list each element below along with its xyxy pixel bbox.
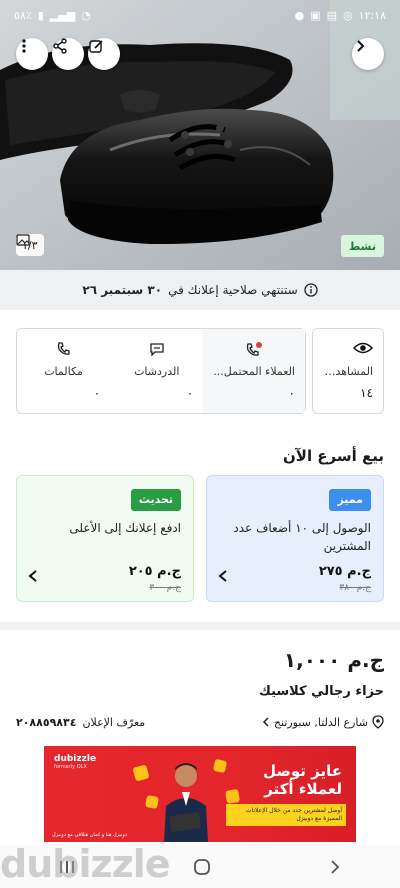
back-nav-icon[interactable] bbox=[328, 859, 342, 875]
chevron-left-icon bbox=[28, 570, 37, 582]
banner-headline-1: عايز توصل bbox=[263, 762, 342, 780]
stat-calls-icon-wrap bbox=[27, 341, 100, 361]
location-text: شارع الدلتا, سبورتنج bbox=[273, 715, 368, 729]
banner-subtext: أوصل لمشترين جدد من خلال الإعلانات الممي… bbox=[226, 804, 346, 826]
notification-icon: ● bbox=[294, 8, 305, 22]
status-right: ● ▣ ▤ ◎ ١٢:١٨ bbox=[295, 9, 386, 22]
signal-icon: ▂▄▆ bbox=[49, 8, 76, 22]
info-icon bbox=[303, 283, 318, 297]
ad-stats: المشاهدات ١٤ مكالمات ٠ الدردشات ٠ العملا… bbox=[16, 328, 384, 414]
chevron-right-icon bbox=[357, 40, 365, 52]
stat-leads-value: ٠ bbox=[288, 386, 295, 400]
featured-description: الوصول إلى ١٠ أضعاف عدد المشترين bbox=[233, 521, 371, 553]
refresh-old-price: ج.م ٣٠٠ bbox=[149, 583, 181, 593]
banner-illustration bbox=[133, 759, 240, 842]
banner-logo-sub: formerly OLX bbox=[54, 764, 87, 770]
banner-logo: dubizzle formerly OLX bbox=[54, 754, 96, 770]
expiry-date: ٣٠ سبتمبر ٢٦ bbox=[82, 283, 163, 297]
promo-banner[interactable]: dubizzle formerly OLX عايز توصل لعملاء أ… bbox=[44, 746, 356, 842]
eye-icon bbox=[353, 342, 373, 354]
chevron-left-icon bbox=[262, 717, 269, 727]
stat-leads-icon-wrap bbox=[213, 341, 295, 361]
share-button[interactable] bbox=[52, 38, 84, 70]
stat-calls[interactable]: مكالمات ٠ bbox=[17, 329, 110, 413]
edit-button[interactable] bbox=[88, 38, 120, 70]
battery-label: ٥٨٪ bbox=[14, 8, 32, 22]
listing-location[interactable]: شارع الدلتا, سبورتنج bbox=[262, 715, 384, 729]
expiry-text: ستنتهي صلاحية إعلانك في bbox=[168, 283, 298, 297]
more-options-button[interactable] bbox=[16, 38, 48, 70]
stat-calls-value: ٠ bbox=[93, 386, 101, 400]
gallery-notification-icon: ▣ bbox=[310, 8, 321, 22]
expiry-notice: ستنتهي صلاحية إعلانك في ٣٠ سبتمبر ٢٦ bbox=[0, 270, 400, 310]
listing-title: حزاء رجالي كلاسيك bbox=[258, 684, 384, 699]
watermark: dubizzle bbox=[0, 842, 171, 886]
photo-notification-icon: ▤ bbox=[326, 8, 338, 22]
stat-calls-label: مكالمات bbox=[44, 365, 83, 378]
stat-chats-value: ٠ bbox=[186, 386, 194, 400]
ad-id-label: معرّف الإعلان bbox=[82, 715, 146, 729]
stat-leads-label: العملاء المحتمل... bbox=[213, 365, 295, 378]
ad-details-page: ٥٨٪ ▮ ▂▄▆ ◔ ● ▣ ▤ ◎ ١٢:١٨ ١/٣ نشط ستنتهي… bbox=[0, 0, 400, 888]
location-pin-icon bbox=[372, 715, 384, 729]
listing-price: ج.م ١,٠٠٠ bbox=[283, 648, 384, 672]
listing-meta: شارع الدلتا, سبورتنج معرّف الإعلان ٢٠٨٨٥… bbox=[16, 712, 384, 732]
status-time: ١٢:١٨ bbox=[358, 8, 386, 22]
banner-footer: دوبيزل هنا و كمان هتلاقي مع دوبيزل bbox=[52, 832, 127, 838]
refresh-tag: تحديث bbox=[130, 489, 181, 511]
home-icon[interactable] bbox=[193, 858, 211, 876]
stat-views-value: ١٤ bbox=[360, 386, 373, 400]
featured-ad-card[interactable]: مميز الوصول إلى ١٠ أضعاف عدد المشترين ج.… bbox=[206, 475, 384, 602]
refresh-description: ادفع إعلانك إلى الأعلى bbox=[69, 521, 181, 535]
share-icon bbox=[53, 38, 67, 54]
status-badge: نشط bbox=[340, 235, 384, 257]
chevron-left-icon bbox=[218, 570, 227, 582]
ad-photo[interactable]: ٥٨٪ ▮ ▂▄▆ ◔ ● ▣ ▤ ◎ ١٢:١٨ ١/٣ نشط bbox=[0, 0, 400, 270]
instagram-notification-icon: ◎ bbox=[343, 8, 353, 22]
banner-headline-2: لعملاء أكتر bbox=[264, 780, 342, 798]
image-icon bbox=[16, 234, 30, 246]
phone-icon bbox=[57, 342, 70, 355]
featured-old-price: ج.م ٣٨٠ bbox=[339, 583, 371, 593]
stat-chats-label: الدردشات bbox=[134, 365, 180, 378]
refresh-price: ج.م ٢٠٥ bbox=[128, 564, 181, 579]
lead-phone-icon bbox=[247, 342, 263, 356]
status-left: ٥٨٪ ▮ ▂▄▆ ◔ bbox=[14, 9, 91, 22]
sell-faster-title: بيع أسرع الآن bbox=[282, 447, 384, 465]
banner-logo-text: dubizzle bbox=[54, 754, 97, 764]
stat-leads[interactable]: العملاء المحتمل... ٠ bbox=[203, 329, 305, 413]
stat-views[interactable]: المشاهدات ١٤ bbox=[312, 328, 384, 414]
stat-chats[interactable]: الدردشات ٠ bbox=[110, 329, 203, 413]
ad-id-value: ٢٠٨٨٥٩٨٣٤ bbox=[16, 715, 77, 729]
back-button[interactable] bbox=[352, 38, 384, 70]
banner-headline: عايز توصل لعملاء أكتر bbox=[263, 762, 342, 798]
section-divider bbox=[0, 622, 400, 630]
featured-tag: مميز bbox=[329, 489, 371, 511]
edit-icon bbox=[89, 40, 103, 53]
stat-views-label: المشاهدات bbox=[323, 365, 373, 378]
featured-price: ج.م ٢٧٥ bbox=[318, 564, 371, 579]
more-vert-icon bbox=[22, 39, 26, 53]
stats-group: مكالمات ٠ الدردشات ٠ العملاء المحتمل... … bbox=[16, 328, 306, 414]
stat-views-icon-wrap bbox=[323, 341, 373, 361]
stat-chats-icon-wrap bbox=[120, 341, 193, 361]
wifi-icon: ◔ bbox=[81, 8, 91, 22]
status-bar: ٥٨٪ ▮ ▂▄▆ ◔ ● ▣ ▤ ◎ ١٢:١٨ bbox=[0, 0, 400, 30]
refresh-ad-card[interactable]: تحديث ادفع إعلانك إلى الأعلى ج.م ٢٠٥ ج.م… bbox=[16, 475, 194, 602]
ad-id: معرّف الإعلان ٢٠٨٨٥٩٨٣٤ bbox=[16, 716, 145, 729]
battery-icon: ▮ bbox=[37, 8, 44, 22]
image-counter-badge: ١/٣ bbox=[16, 234, 44, 256]
chat-icon bbox=[150, 343, 164, 357]
